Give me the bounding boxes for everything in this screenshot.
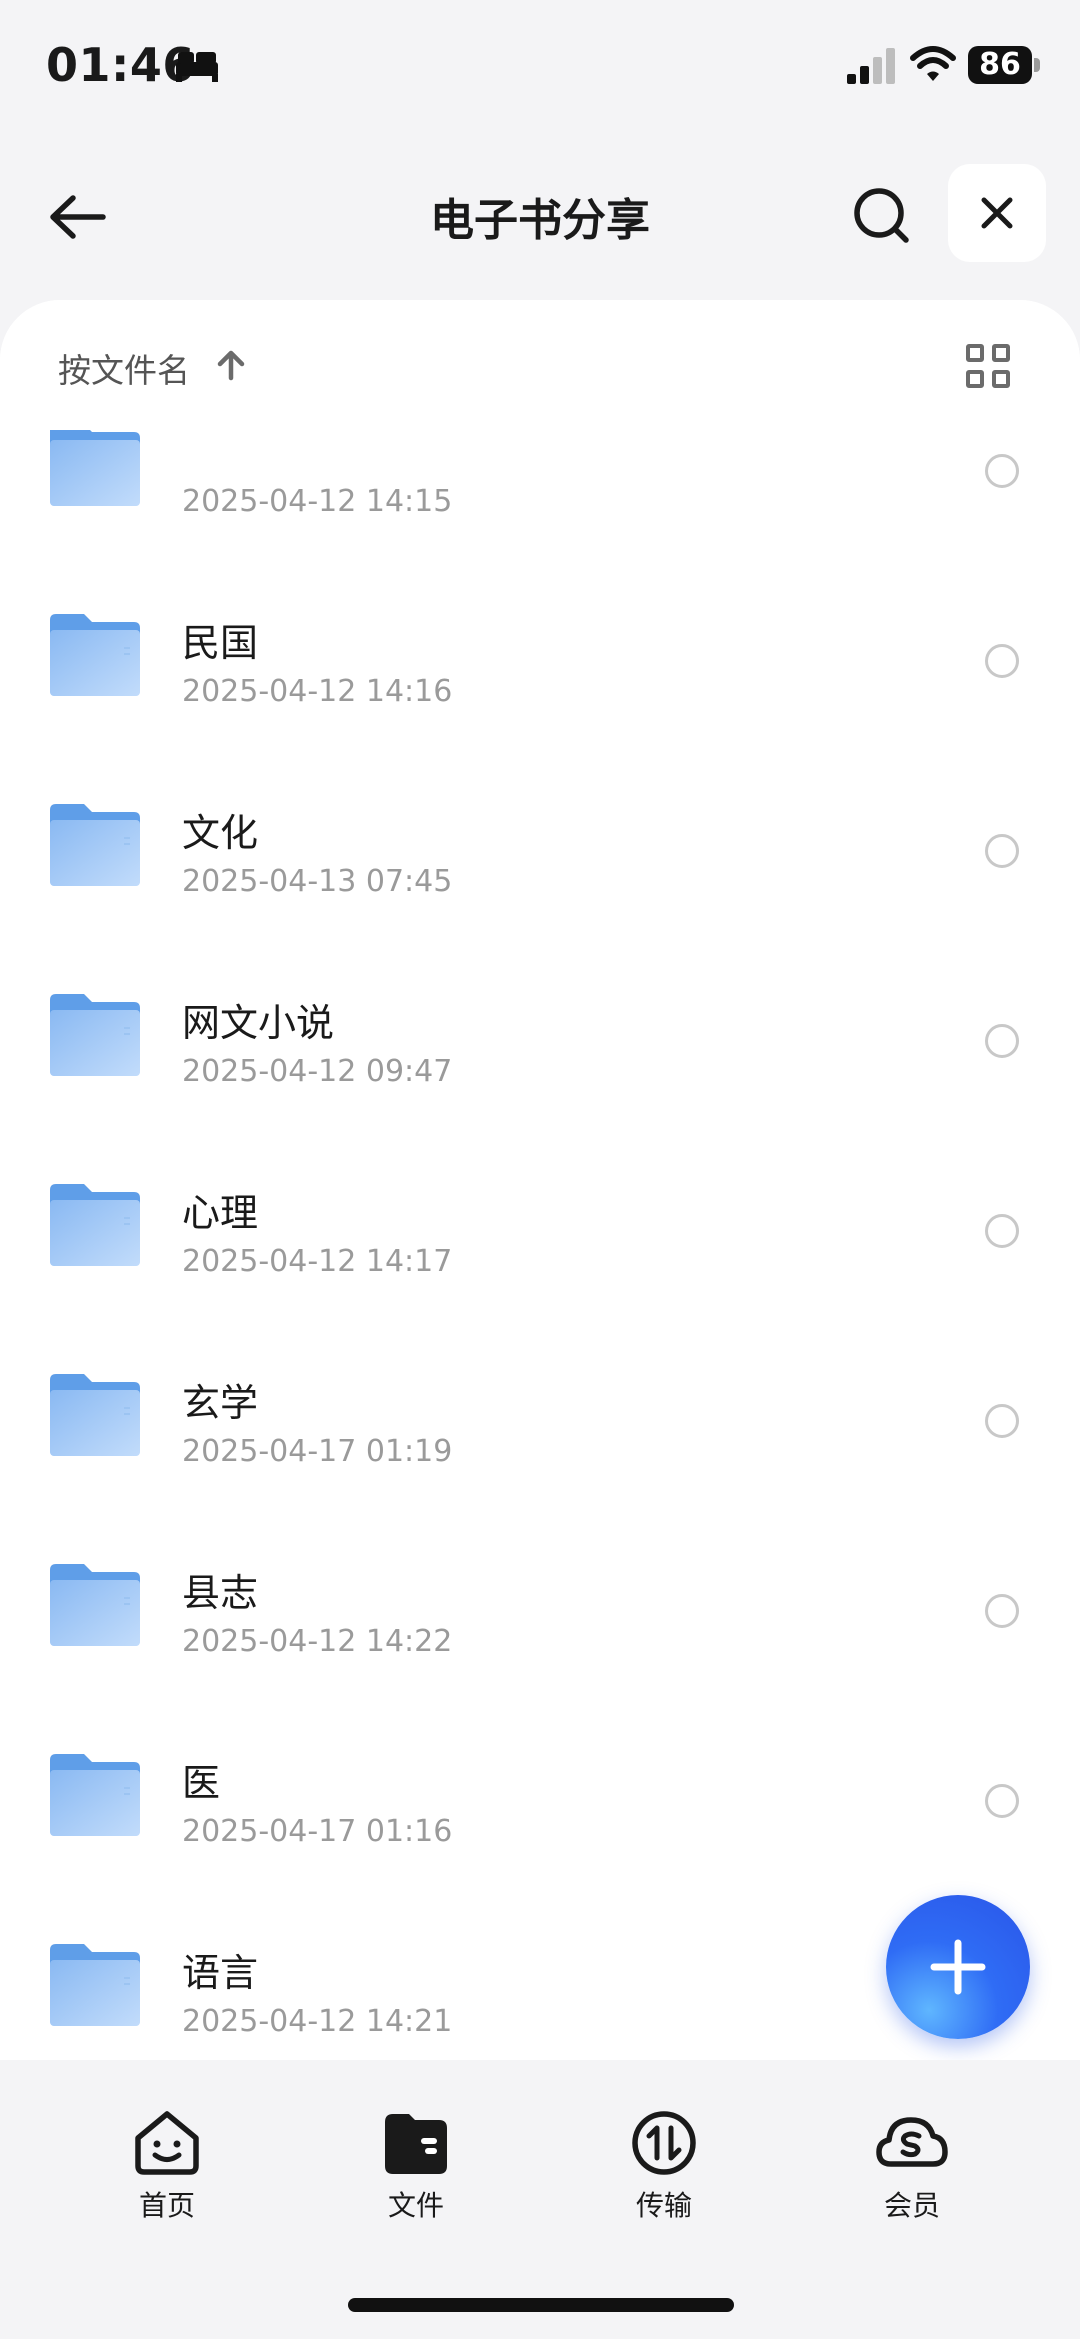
folder-name: 网文小说 xyxy=(182,1001,335,1045)
folder-name: 心理 xyxy=(182,1191,259,1235)
select-radio[interactable] xyxy=(985,1024,1019,1058)
arrow-up-icon[interactable] xyxy=(214,348,248,382)
folder-date: 2025-04-12 09:47 xyxy=(182,1054,453,1089)
vip-cloud-icon xyxy=(876,2117,948,2167)
nav-home-label: 首页 xyxy=(138,2189,195,2222)
nav-transfer-label: 传输 xyxy=(635,2189,692,2222)
battery-level: 86 xyxy=(968,46,1032,84)
nav-files-label: 文件 xyxy=(387,2189,444,2222)
folder-row[interactable]: 县志 2025-04-12 14:22 xyxy=(0,1518,1080,1708)
folder-date: 2025-04-17 01:19 xyxy=(182,1434,453,1469)
sort-bar: 按文件名 xyxy=(0,300,1080,430)
nav-home[interactable]: 首页 xyxy=(97,2108,237,2228)
select-radio[interactable] xyxy=(985,644,1019,678)
folder-row[interactable]: 玄学 2025-04-17 01:19 xyxy=(0,1328,1080,1518)
folder-date: 2025-04-12 14:21 xyxy=(182,2004,453,2039)
folder-row[interactable]: 民国 2025-04-12 14:16 xyxy=(0,568,1080,758)
folder-date: 2025-04-13 07:45 xyxy=(182,864,453,899)
folder-icon xyxy=(50,1754,140,1836)
search-button[interactable] xyxy=(846,180,916,250)
header: 电子书分享 xyxy=(0,150,1080,280)
home-face-icon xyxy=(135,2111,199,2175)
battery-indicator: 86 xyxy=(968,46,1040,84)
plus-icon xyxy=(930,1939,986,1995)
folder-date: 2025-04-17 01:16 xyxy=(182,1814,453,1849)
add-button[interactable] xyxy=(886,1895,1030,2039)
close-button[interactable] xyxy=(948,164,1046,262)
battery-tip xyxy=(1034,58,1040,72)
folder-name: 文化 xyxy=(182,811,259,855)
select-radio[interactable] xyxy=(985,1404,1019,1438)
grid-view-icon[interactable] xyxy=(966,344,1014,392)
select-radio[interactable] xyxy=(985,1784,1019,1818)
folder-date: 2025-04-12 14:17 xyxy=(182,1244,453,1279)
folder-icon xyxy=(385,2114,447,2174)
home-indicator xyxy=(348,2298,734,2312)
nav-vip-label: 会员 xyxy=(883,2189,940,2222)
folder-row[interactable]: 心理 2025-04-12 14:17 xyxy=(0,1138,1080,1328)
nav-transfer[interactable]: 传输 xyxy=(594,2108,734,2228)
wifi-icon xyxy=(910,46,956,81)
folder-icon xyxy=(50,1184,140,1266)
sleep-mode-icon xyxy=(176,52,218,82)
nav-vip[interactable]: 会员 xyxy=(842,2108,982,2228)
nav-files[interactable]: 文件 xyxy=(346,2108,486,2228)
transfer-icon xyxy=(632,2111,696,2175)
folder-icon xyxy=(50,1564,140,1646)
folder-icon xyxy=(50,1374,140,1456)
folder-date: 2025-04-12 14:15 xyxy=(182,484,453,519)
select-radio[interactable] xyxy=(985,1214,1019,1248)
folder-icon xyxy=(50,614,140,696)
folder-row[interactable]: 文化 2025-04-13 07:45 xyxy=(0,758,1080,948)
select-radio[interactable] xyxy=(985,1594,1019,1628)
sort-by-name-button[interactable]: 按文件名 xyxy=(58,344,190,392)
status-time: 01:46 xyxy=(46,38,195,92)
folder-icon xyxy=(50,994,140,1076)
file-list-sheet: 2025-04-12 14:15 民国 2025-04-12 14:16 文化 … xyxy=(0,300,1080,2060)
folder-icon xyxy=(50,424,140,506)
folder-name: 医 xyxy=(182,1761,221,1805)
close-icon xyxy=(981,197,1013,229)
folder-name: 民国 xyxy=(182,621,259,665)
folder-name: 县志 xyxy=(182,1571,259,1615)
folder-date: 2025-04-12 14:22 xyxy=(182,1624,453,1659)
folder-icon xyxy=(50,804,140,886)
page-title: 电子书分享 xyxy=(430,195,650,246)
folder-row[interactable]: 网文小说 2025-04-12 09:47 xyxy=(0,948,1080,1138)
folder-name: 玄学 xyxy=(182,1381,259,1425)
status-bar: 01:46 86 xyxy=(0,0,1080,130)
folder-name: 语言 xyxy=(182,1951,259,1995)
select-radio[interactable] xyxy=(985,834,1019,868)
folder-row[interactable]: 医 2025-04-17 01:16 xyxy=(0,1708,1080,1898)
folder-date: 2025-04-12 14:16 xyxy=(182,674,453,709)
search-icon xyxy=(854,188,909,243)
select-radio[interactable] xyxy=(985,454,1019,488)
folder-icon xyxy=(50,1944,140,2026)
cellular-signal-icon xyxy=(847,48,895,84)
